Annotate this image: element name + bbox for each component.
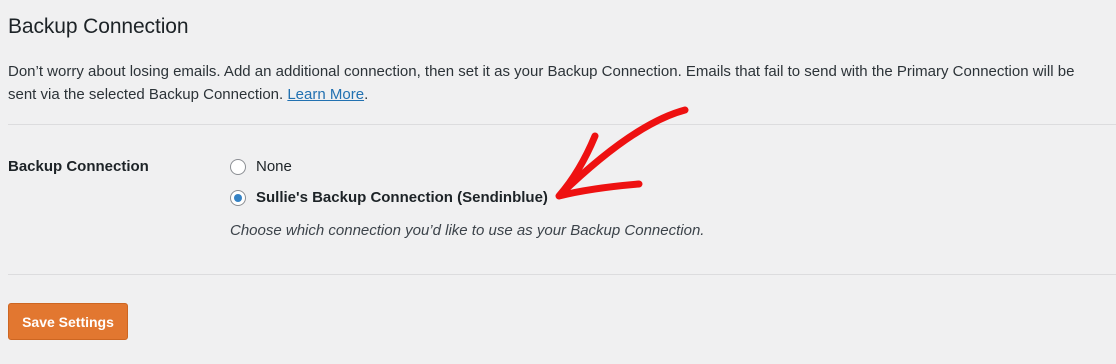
radio-label-none: None (256, 158, 292, 175)
section-title: Backup Connection (8, 15, 189, 38)
red-arrow-annotation-icon (555, 106, 689, 200)
field-hint: Choose which connection you’d like to us… (230, 222, 705, 239)
description-text: Don’t worry about losing emails. Add an … (8, 63, 1075, 103)
radio-label-sullies-backup: Sullie's Backup Connection (Sendinblue) (256, 189, 548, 206)
radio-button-none[interactable] (230, 158, 246, 175)
radio-option-sullies-backup[interactable]: Sullie's Backup Connection (Sendinblue) (230, 189, 548, 206)
field-label: Backup Connection (8, 158, 149, 175)
backup-connection-settings: Backup Connection Don’t worry about losi… (0, 0, 1116, 364)
description-end: . (364, 86, 369, 103)
learn-more-link[interactable]: Learn More (287, 86, 364, 103)
section-divider (8, 124, 1116, 125)
actions-divider (8, 274, 1116, 275)
radio-option-none[interactable]: None (230, 158, 292, 175)
save-settings-button[interactable]: Save Settings (8, 303, 128, 340)
section-description: Don’t worry about losing emails. Add an … (8, 60, 1098, 106)
radio-button-sullies-backup[interactable] (230, 189, 246, 206)
